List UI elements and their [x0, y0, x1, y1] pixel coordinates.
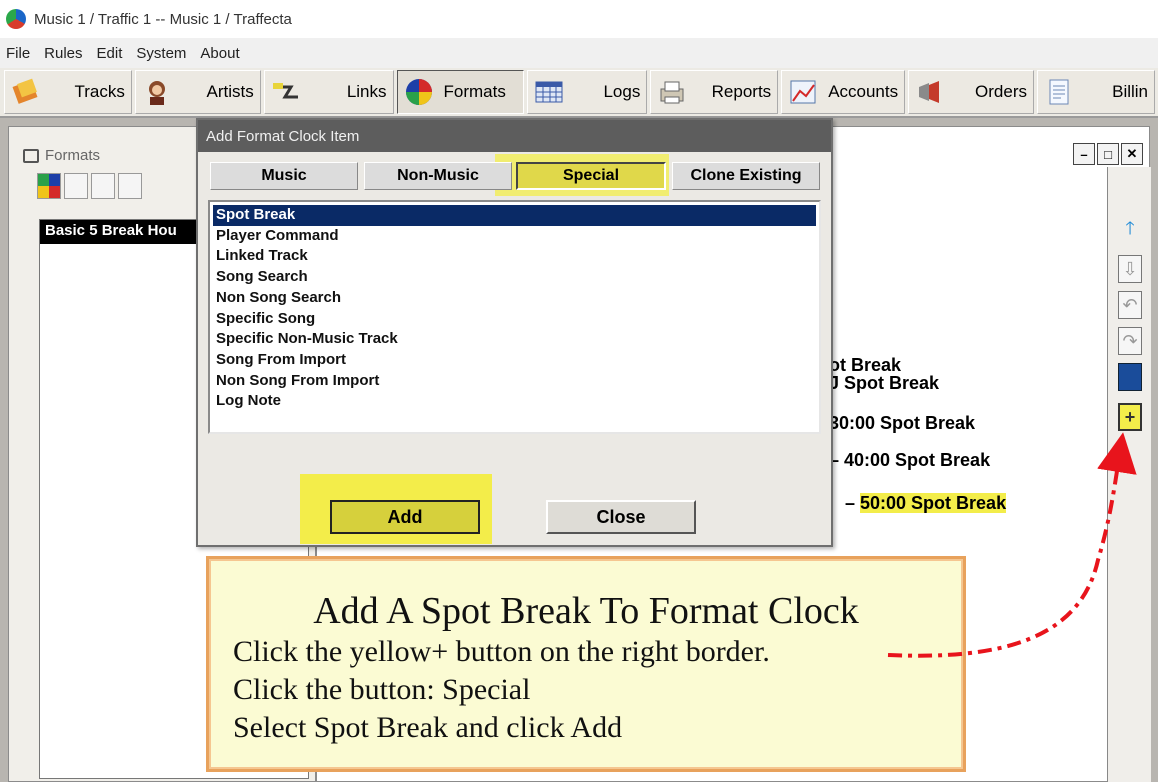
- menu-bar: File Rules Edit System About: [0, 38, 1158, 68]
- add-format-clock-item-dialog: Add Format Clock Item Music Non-Music Sp…: [196, 118, 833, 547]
- toolbar-billing-button[interactable]: Billin: [1037, 70, 1156, 114]
- list-item[interactable]: Log Note: [213, 391, 816, 412]
- menu-rules[interactable]: Rules: [44, 45, 82, 62]
- formats-panel-tools: [37, 173, 145, 199]
- artists-icon: [148, 81, 165, 105]
- formats-icon: [405, 79, 432, 105]
- orders-icon: [919, 81, 940, 103]
- list-item[interactable]: Song From Import: [213, 350, 816, 371]
- clock-dash: –: [845, 493, 861, 513]
- pie-chart-icon[interactable]: [37, 173, 61, 199]
- right-border-toolbar: 🡑 ⇩ ↶ ↷ +: [1107, 167, 1151, 782]
- instruction-callout: Add A Spot Break To Format Clock Click t…: [206, 556, 966, 772]
- toolbar: Tracks Artists Links Formats Logs Report…: [0, 68, 1158, 118]
- window-controls: – □ ✕: [1071, 143, 1143, 165]
- menu-about[interactable]: About: [200, 45, 239, 62]
- add-button[interactable]: Add: [330, 500, 480, 534]
- toolbar-orders-button[interactable]: Orders: [908, 70, 1034, 114]
- app-logo-icon: [6, 9, 26, 29]
- toolbar-accounts-button[interactable]: Accounts: [781, 70, 906, 114]
- formats-panel-title: Formats: [23, 147, 100, 164]
- toolbar-reports-button[interactable]: Reports: [650, 70, 779, 114]
- callout-line: Select Spot Break and click Add: [233, 711, 623, 744]
- logs-icon: [535, 81, 563, 103]
- clock-entry: 30:00 Spot Break: [829, 413, 976, 433]
- callout-line: Click the yellow+ button on the right bo…: [233, 635, 770, 668]
- list-item[interactable]: Non Song From Import: [213, 371, 816, 392]
- clock-entry: – 40:00 Spot Break: [829, 450, 991, 470]
- list-item[interactable]: Linked Track: [213, 246, 816, 267]
- callout-line: Click the button: Special: [233, 673, 531, 706]
- reports-icon: [660, 81, 684, 104]
- insert-block-icon[interactable]: [1118, 363, 1142, 391]
- maximize-button[interactable]: □: [1097, 143, 1119, 165]
- list-item[interactable]: Specific Song: [213, 309, 816, 330]
- move-up-arrow-icon[interactable]: 🡑: [1118, 217, 1142, 245]
- list-item[interactable]: Non Song Search: [213, 288, 816, 309]
- tools-icon[interactable]: [118, 173, 142, 199]
- clock-item-list[interactable]: Spot Break Player Command Linked Track S…: [208, 200, 821, 434]
- tracks-icon: [12, 78, 38, 104]
- clock-entry: J Spot Break: [829, 373, 940, 393]
- move-down-arrow-icon[interactable]: ⇩: [1118, 255, 1142, 283]
- grid-view-icon[interactable]: [91, 173, 115, 199]
- clock-entry: – 50:00 Spot Break: [845, 493, 1007, 513]
- toolbar-links-button[interactable]: Links: [263, 70, 394, 114]
- dialog-title-bar: Add Format Clock Item: [198, 120, 831, 152]
- undo-icon[interactable]: ↶: [1118, 291, 1142, 319]
- title-bar: Music 1 / Traffic 1 -- Music 1 / Traffec…: [0, 0, 1158, 38]
- window-title: Music 1 / Traffic 1 -- Music 1 / Traffec…: [34, 10, 292, 28]
- tab-clone-existing[interactable]: Clone Existing: [672, 162, 820, 190]
- toolbar-formats-button[interactable]: Formats: [396, 70, 525, 114]
- menu-file[interactable]: File: [6, 45, 30, 62]
- dialog-tabs: Music Non-Music Special Clone Existing: [206, 162, 826, 192]
- redo-icon[interactable]: ↷: [1118, 327, 1142, 355]
- close-button[interactable]: Close: [546, 500, 696, 534]
- toolbar-logs-button[interactable]: Logs: [527, 70, 648, 114]
- callout-title: Add A Spot Break To Format Clock: [313, 590, 859, 632]
- list-item[interactable]: Song Search: [213, 267, 816, 288]
- menu-edit[interactable]: Edit: [97, 45, 123, 62]
- list-item[interactable]: Spot Break: [213, 205, 816, 226]
- minimize-button[interactable]: –: [1073, 143, 1095, 165]
- tab-non-music[interactable]: Non-Music: [364, 162, 512, 190]
- list-item[interactable]: Specific Non-Music Track: [213, 329, 816, 350]
- close-window-button[interactable]: ✕: [1121, 143, 1143, 165]
- formats-window-icon: [23, 148, 39, 163]
- toolbar-artists-button[interactable]: Artists: [134, 70, 261, 114]
- links-icon: [272, 83, 298, 99]
- tab-music[interactable]: Music: [210, 162, 358, 190]
- list-view-icon[interactable]: [64, 173, 88, 199]
- menu-system[interactable]: System: [136, 45, 186, 62]
- accounts-icon: [790, 80, 816, 104]
- list-item[interactable]: Player Command: [213, 226, 816, 247]
- yellow-plus-add-icon[interactable]: +: [1118, 403, 1142, 431]
- toolbar-tracks-button[interactable]: Tracks: [4, 70, 132, 114]
- tab-special[interactable]: Special: [516, 162, 666, 190]
- billing-icon: [1049, 79, 1069, 105]
